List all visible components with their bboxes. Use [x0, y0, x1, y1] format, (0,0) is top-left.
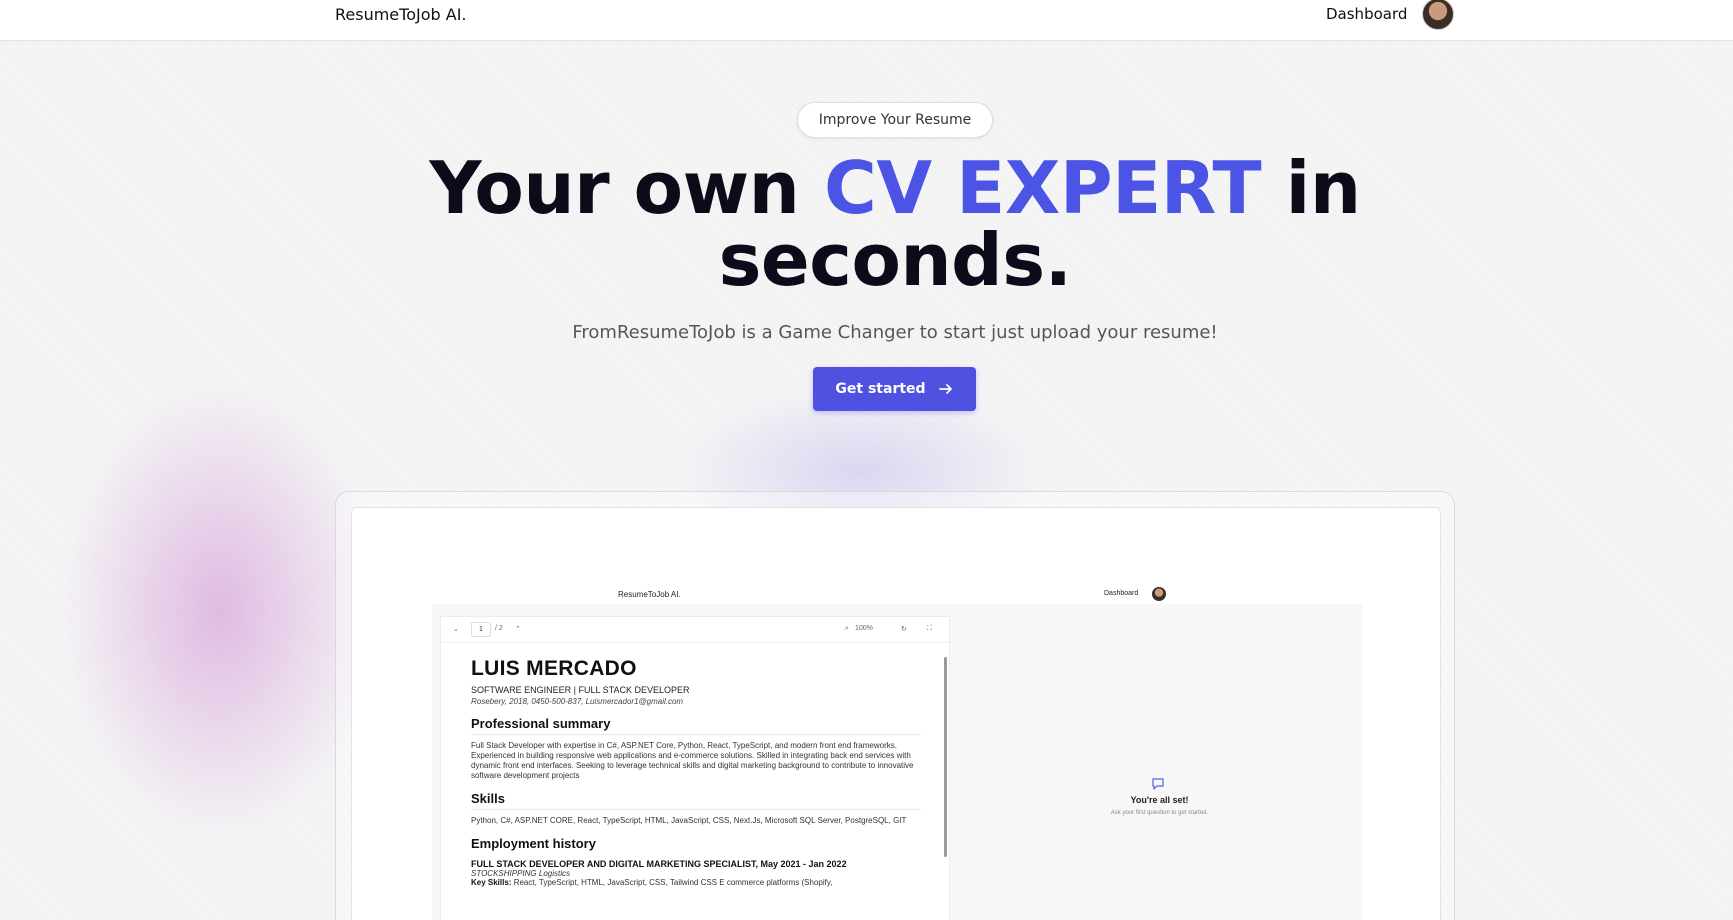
resume-document: LUIS MERCADO SOFTWARE ENGINEER | FULL ST… [471, 657, 921, 887]
resume-contact: Rosebery, 2018, 0450-500-837, Luismercad… [471, 697, 684, 706]
resume-skills-heading: Skills [471, 791, 921, 810]
get-started-button[interactable]: Get started [813, 367, 976, 411]
page-total: / 2 [495, 625, 503, 632]
chat-empty-subtitle: Ask your first question to get started. [1110, 810, 1209, 816]
chat-bubble-icon [1152, 778, 1164, 790]
get-started-label: Get started [835, 381, 926, 397]
resume-employment-heading: Employment history [471, 836, 596, 851]
hero-title-part2: in [1261, 146, 1361, 230]
hero-title-line2: seconds. [718, 218, 1072, 302]
chat-empty-title: You're all set! [1130, 795, 1189, 805]
chat-panel: You're all set! Ask your first question … [957, 604, 1362, 920]
preview-avatar [1152, 587, 1166, 601]
user-avatar[interactable] [1422, 0, 1454, 30]
preview-app-area: ⌄ 1 / 2 ⌃ ⌕ 100% ↻ ⛶ LUIS MERCADO SOFTWA… [432, 604, 1362, 920]
resume-job-company: STOCKSHIPPING Logistics [471, 869, 570, 878]
pdf-viewer: ⌄ 1 / 2 ⌃ ⌕ 100% ↻ ⛶ LUIS MERCADO SOFTWA… [440, 616, 951, 920]
preview-brand: ResumeToJob AI. [618, 590, 681, 599]
fullscreen-icon: ⛶ [927, 625, 932, 632]
resume-job-key-skills: Key Skills: React, TypeScript, HTML, Jav… [471, 878, 921, 887]
resume-skills-text: Python, C#, ASP.NET CORE, React, TypeScr… [471, 816, 907, 825]
page-number-input: 1 [471, 622, 491, 637]
resume-role: SOFTWARE ENGINEER | FULL STACK DEVELOPER [471, 685, 690, 695]
pdf-scrollbar [944, 657, 947, 857]
resume-name: LUIS MERCADO [471, 657, 637, 680]
hero-title: Your own CV EXPERT in seconds. [400, 152, 1390, 296]
chevron-down-icon: ⌄ [453, 626, 459, 633]
resume-summary-heading: Professional summary [471, 716, 921, 735]
arrow-right-icon [938, 384, 952, 394]
zoom-level: 100% [855, 625, 873, 632]
improve-resume-badge[interactable]: Improve Your Resume [797, 102, 993, 138]
resume-key-skills-value: React, TypeScript, HTML, JavaScript, CSS… [513, 878, 833, 887]
nav-dashboard-link[interactable]: Dashboard [1326, 5, 1407, 23]
preview-dashboard-link: Dashboard [1104, 590, 1139, 597]
brand-logo[interactable]: ResumeToJob AI. [335, 5, 467, 24]
rotate-icon: ↻ [901, 626, 907, 633]
hero-subtitle: FromResumeToJob is a Game Changer to sta… [572, 322, 1218, 343]
resume-summary-text: Full Stack Developer with expertise in C… [471, 741, 914, 780]
chevron-up-icon: ⌃ [515, 626, 521, 633]
resume-job-title: FULL STACK DEVELOPER AND DIGITAL MARKETI… [471, 859, 847, 869]
app-preview-frame: ResumeToJob AI. Dashboard ⌄ 1 / 2 ⌃ ⌕ 10… [335, 491, 1455, 920]
app-preview-screen: ResumeToJob AI. Dashboard ⌄ 1 / 2 ⌃ ⌕ 10… [351, 507, 1441, 920]
zoom-icon: ⌕ [845, 625, 849, 632]
pdf-toolbar: ⌄ 1 / 2 ⌃ ⌕ 100% ↻ ⛶ [441, 617, 951, 643]
resume-key-skills-label: Key Skills: [471, 878, 512, 887]
top-navbar: ResumeToJob AI. Dashboard [0, 0, 1733, 41]
